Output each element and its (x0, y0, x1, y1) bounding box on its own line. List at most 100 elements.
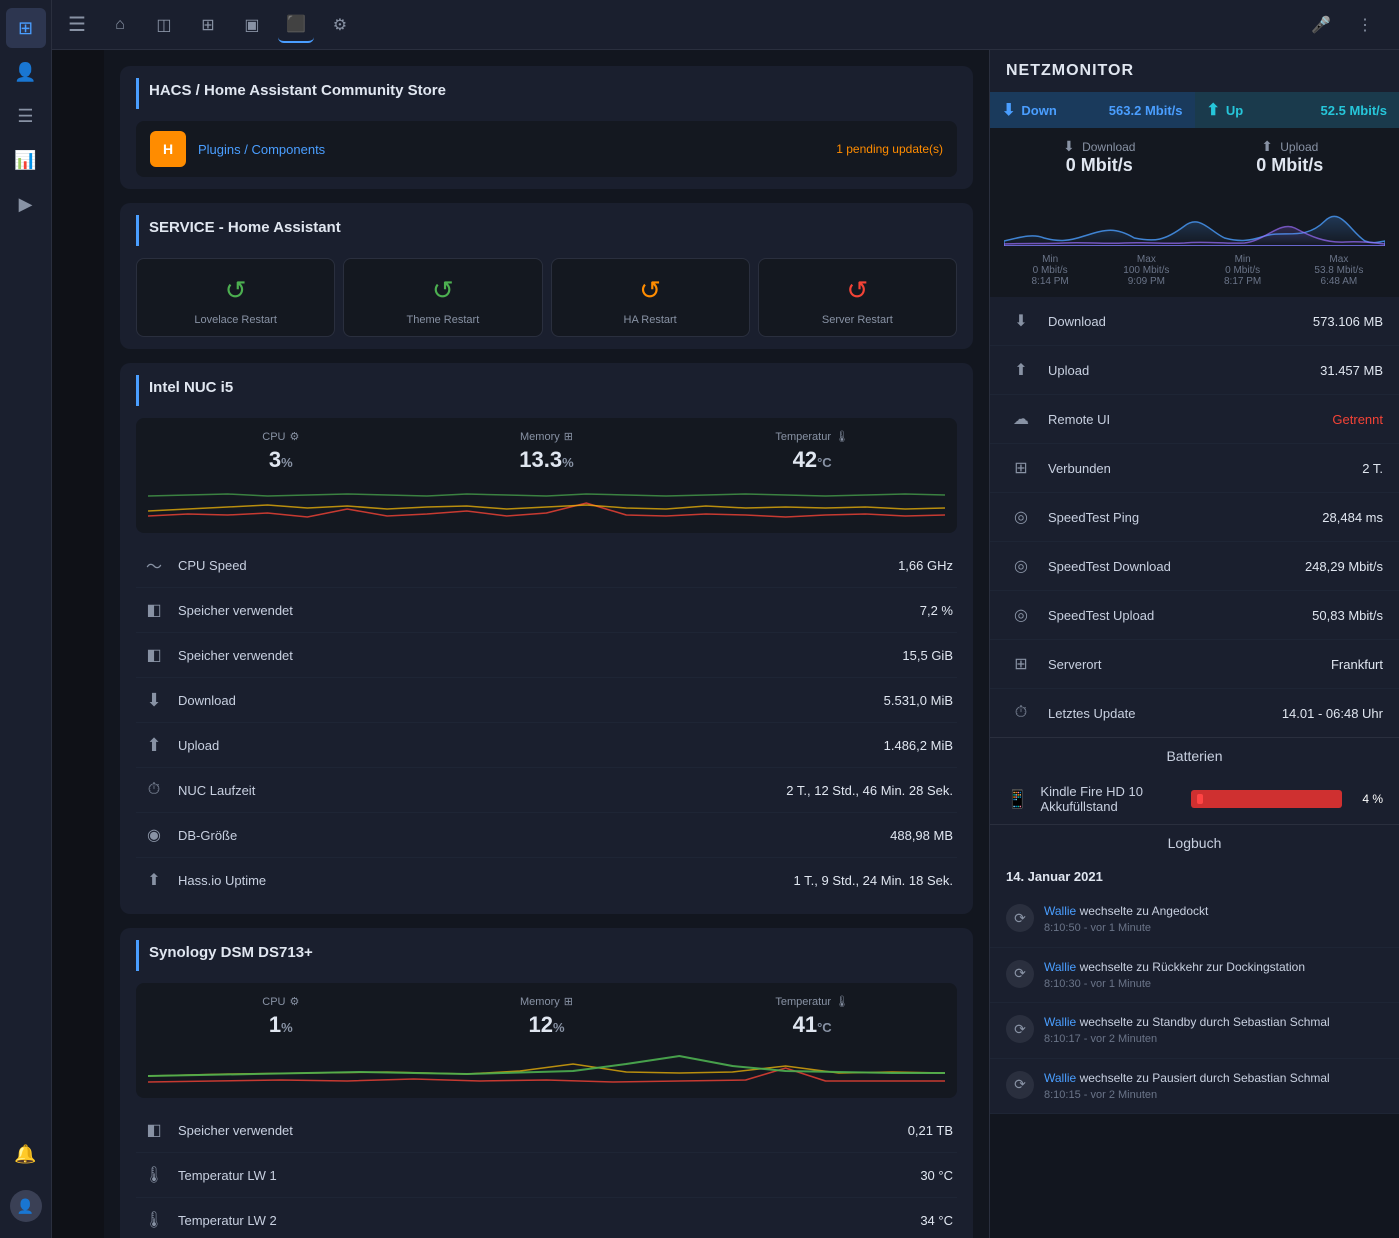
list-item: ⏱ Letztes Update 14.01 - 06:48 Uhr (990, 689, 1399, 737)
verbunden-value: 2 T. (1362, 461, 1383, 476)
syn-temp2-label: Temperatur LW 2 (178, 1213, 910, 1228)
net-tabs: ⬇ Down 563.2 Mbit/s ⬆ Up 52.5 Mbit/s (990, 92, 1399, 128)
nav-split[interactable]: ◫ (146, 7, 182, 43)
sidebar-item-stats[interactable]: 📊 (6, 140, 46, 180)
net-graph-area: ⬇ Download 0 Mbit/s ⬆ Upload 0 Mbit/s (990, 128, 1399, 297)
syn-memory-value: 12% (528, 1012, 564, 1038)
down-tab[interactable]: ⬇ Down 563.2 Mbit/s (990, 92, 1195, 128)
log-icon-1: ⟳ (1006, 904, 1034, 932)
speedtest-ping-icon: ◎ (1006, 502, 1036, 532)
table-row: ◧ Speicher verwendet 15,5 GiB (136, 633, 957, 678)
db-icon: ◉ (140, 821, 168, 849)
battery-row: 📱 Kindle Fire HD 10 Akkufüllstand 4 % (990, 774, 1399, 824)
server-restart-button[interactable]: ↺ Server Restart (758, 258, 957, 337)
syn-temp2-value: 34 °C (920, 1213, 953, 1228)
log-link-4[interactable]: Wallie (1044, 1071, 1076, 1085)
log-time-1: 8:10:50 - vor 1 Minute (1044, 920, 1383, 937)
list-item: ◎ SpeedTest Download 248,29 Mbit/s (990, 542, 1399, 591)
serverort-icon: ⊞ (1006, 649, 1036, 679)
download-col-icon: ⬇ (1063, 138, 1075, 154)
mic-icon[interactable]: 🎤 (1303, 7, 1339, 43)
log-date: 14. Januar 2021 (990, 861, 1399, 892)
nav-tv[interactable]: ▣ (234, 7, 270, 43)
navbar-right: 🎤 ⋮ (1303, 7, 1383, 43)
lovelace-restart-icon: ↺ (225, 275, 247, 306)
cpu-gear-icon: ⚙ (290, 430, 300, 443)
net-upload-icon: ⬆ (1006, 355, 1036, 385)
lovelace-restart-label: Lovelace Restart (194, 314, 277, 326)
syn-cpu-gear-icon: ⚙ (290, 995, 300, 1008)
temp-value: 42°C (793, 447, 832, 473)
left-panel: HACS / Home Assistant Community Store H … (104, 50, 989, 1238)
list-item: ⟳ Wallie wechselte zu Pausiert durch Seb… (990, 1059, 1399, 1115)
ram1-icon: ◧ (140, 596, 168, 624)
ram2-value: 15,5 GiB (902, 648, 953, 663)
nav-home[interactable]: ⌂ (102, 7, 138, 43)
service-section: SERVICE - Home Assistant ↺ Lovelace Rest… (120, 203, 973, 349)
last-update-icon: ⏱ (1006, 698, 1036, 728)
lovelace-restart-button[interactable]: ↺ Lovelace Restart (136, 258, 335, 337)
log-link-2[interactable]: Wallie (1044, 960, 1076, 974)
syn-temp-label: Temperatur 🌡 (775, 995, 849, 1008)
nuc-download-label: Download (178, 693, 874, 708)
navbar: ☰ ⌂ ◫ ⊞ ▣ ⬛ ⚙ 🎤 ⋮ (52, 0, 1399, 50)
list-item: ⟳ Wallie wechselte zu Angedockt 8:10:50 … (990, 892, 1399, 948)
sidebar-item-avatar[interactable]: 👤 (6, 1186, 46, 1226)
synology-section: Synology DSM DS713+ CPU ⚙ 1% M (120, 928, 973, 1238)
up-max-label: Max 53.8 Mbit/s 6:48 AM (1293, 254, 1385, 287)
hacs-link[interactable]: Plugins / Components (198, 142, 325, 157)
last-update-label: Letztes Update (1048, 706, 1270, 721)
up-tab-label: ⬆ Up (1207, 100, 1244, 120)
sidebar-item-profile[interactable]: 👤 (6, 52, 46, 92)
nuc-metrics: CPU ⚙ 3% Memory ⊞ 13.3% (136, 418, 957, 533)
net-columns: ⬇ Download 0 Mbit/s ⬆ Upload 0 Mbit/s (1004, 138, 1385, 178)
nuc-uptime-icon: ⏱ (140, 776, 168, 804)
more-icon[interactable]: ⋮ (1347, 7, 1383, 43)
theme-restart-button[interactable]: ↺ Theme Restart (343, 258, 542, 337)
log-time-4: 8:10:15 - vor 2 Minuten (1044, 1087, 1383, 1104)
log-link-3[interactable]: Wallie (1044, 1015, 1076, 1029)
speedtest-dl-value: 248,29 Mbit/s (1305, 559, 1383, 574)
net-chart (1004, 186, 1385, 246)
memory-label: Memory ⊞ (520, 430, 573, 443)
log-time-2: 8:10:30 - vor 1 Minute (1044, 976, 1383, 993)
nuc-title: Intel NUC i5 (136, 375, 957, 406)
theme-restart-icon: ↺ (432, 275, 454, 306)
net-download-value: 573.106 MB (1313, 314, 1383, 329)
nav-grid[interactable]: ⊞ (190, 7, 226, 43)
list-item: ☁ Remote UI Getrennt (990, 395, 1399, 444)
remote-ui-value: Getrennt (1332, 412, 1383, 427)
hacs-badge: 1 pending update(s) (836, 142, 943, 156)
synology-stats-table: ◧ Speicher verwendet 0,21 TB 🌡 Temperatu… (136, 1108, 957, 1238)
log-link-1[interactable]: Wallie (1044, 904, 1076, 918)
sidebar-item-list[interactable]: ☰ (6, 96, 46, 136)
speedtest-ul-icon: ◎ (1006, 600, 1036, 630)
sidebar-item-bell[interactable]: 🔔 (6, 1134, 46, 1174)
temp-icon: 🌡 (835, 430, 849, 443)
sidebar-item-overview[interactable]: ⊞ (6, 8, 46, 48)
table-row: 〜 CPU Speed 1,66 GHz (136, 543, 957, 588)
nav-dashboard[interactable]: ⬛ (278, 7, 314, 43)
menu-icon[interactable]: ☰ (68, 12, 86, 37)
syn-storage-icon: ◧ (140, 1116, 168, 1144)
nav-settings[interactable]: ⚙ (322, 7, 358, 43)
up-arrow-icon: ⬆ (1207, 100, 1220, 120)
table-row: ◧ Speicher verwendet 7,2 % (136, 588, 957, 633)
speedtest-ul-label: SpeedTest Upload (1048, 608, 1300, 623)
hacs-icon: H (150, 131, 186, 167)
ram1-label: Speicher verwendet (178, 603, 910, 618)
syn-memory-metric: Memory ⊞ 12% (414, 995, 680, 1038)
log-time-3: 8:10:17 - vor 2 Minuten (1044, 1031, 1383, 1048)
log-text-3: Wallie wechselte zu Standby durch Sebast… (1044, 1013, 1383, 1048)
server-restart-label: Server Restart (822, 314, 893, 326)
syn-memory-label: Memory ⊞ (520, 995, 573, 1008)
down-arrow-icon: ⬇ (1002, 100, 1015, 120)
table-row: ◉ DB-Größe 488,98 MB (136, 813, 957, 858)
up-tab[interactable]: ⬆ Up 52.5 Mbit/s (1195, 92, 1399, 128)
nuc-uptime-value: 2 T., 12 Std., 46 Min. 28 Sek. (786, 783, 953, 798)
syn-memory-icon: ⊞ (564, 995, 573, 1008)
ha-restart-button[interactable]: ↺ HA Restart (551, 258, 750, 337)
syn-temp-icon: 🌡 (835, 995, 849, 1008)
sidebar-item-media[interactable]: ▶ (6, 184, 46, 224)
cpu-speed-label: CPU Speed (178, 558, 888, 573)
